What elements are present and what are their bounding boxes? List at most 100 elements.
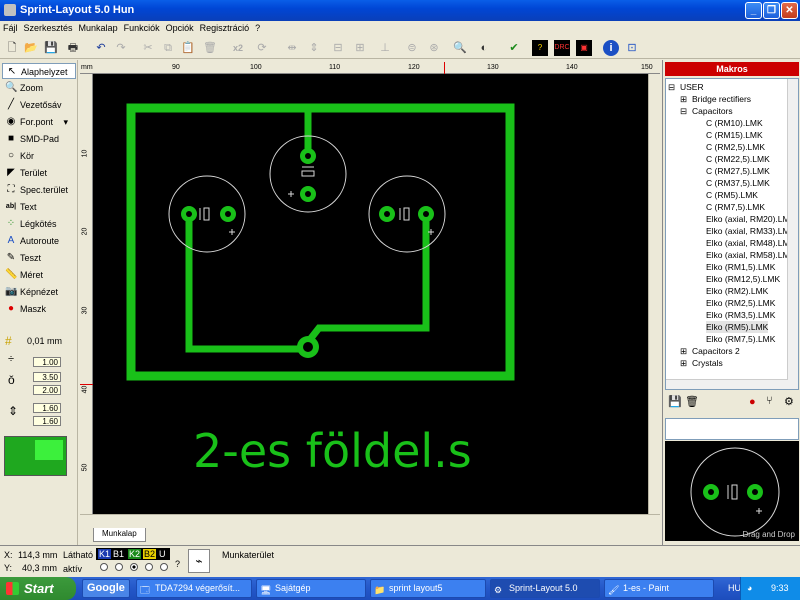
tree-vertical-scrollbar[interactable] xyxy=(787,79,798,389)
canvas-text[interactable]: 2-es földel.s xyxy=(193,424,472,478)
redo-icon[interactable]: ↷ xyxy=(113,40,129,56)
tree-item[interactable]: Elko (axial, RM58).LMK xyxy=(706,249,795,261)
cut-icon[interactable]: ✂ xyxy=(140,40,156,56)
group-icon[interactable]: ⊞ xyxy=(352,40,368,56)
tree-horizontal-scrollbar[interactable] xyxy=(666,379,788,389)
tool-track[interactable]: ╱ Vezetősáv xyxy=(2,97,76,113)
tree-item[interactable]: C (RM15).LMK xyxy=(706,129,763,141)
new-file-icon[interactable]: 🗋 xyxy=(4,40,20,56)
tool-autoroute[interactable]: A Autoroute xyxy=(2,233,76,249)
task-paint[interactable]: 🖌 1-es - Paint xyxy=(604,579,714,598)
record-icon[interactable]: ● xyxy=(749,396,756,408)
undo-icon[interactable]: ↶ xyxy=(93,40,109,56)
zoom-icon[interactable]: 🔍 xyxy=(452,40,468,56)
tree-item[interactable]: C (RM37,5).LMK xyxy=(706,177,770,189)
print-icon[interactable]: 🖶 xyxy=(65,40,81,56)
tree-item[interactable]: C (RM5).LMK xyxy=(706,189,758,201)
start-button[interactable]: Start xyxy=(0,577,76,600)
rotate-icon[interactable]: ⟳ xyxy=(254,40,270,56)
layer-b1[interactable]: B1 xyxy=(113,549,124,559)
tool-circle[interactable]: ○ Kör xyxy=(2,148,76,164)
tree-item[interactable]: C (RM10).LMK xyxy=(706,117,763,129)
tree-item[interactable]: Elko (RM7,5).LMK xyxy=(706,333,775,345)
tool-smd-pad[interactable]: ■ SMD-Pad xyxy=(2,131,76,147)
tree-item[interactable]: Elko (RM1,5).LMK xyxy=(706,261,775,273)
layer-k1[interactable]: K1 xyxy=(98,549,112,559)
tree-item[interactable]: Elko (RM2).LMK xyxy=(706,285,768,297)
macro-preview[interactable]: Drag and Drop xyxy=(665,441,799,541)
layer-color-swatch[interactable] xyxy=(4,436,67,476)
menu-edit[interactable]: Szerkesztés xyxy=(21,21,76,35)
layer-b2[interactable]: B2 xyxy=(143,549,157,559)
macro-tree[interactable]: ⊟ USER ⊞ Bridge rectifiers ⊟ Capacitors … xyxy=(665,78,799,390)
tree-folder[interactable]: Bridge rectifiers xyxy=(692,93,751,105)
tab-munkalap[interactable]: Munkalap xyxy=(93,528,146,542)
radio-k1[interactable] xyxy=(100,563,108,571)
save-icon[interactable]: 💾 xyxy=(43,40,59,56)
right-capacitor-track[interactable] xyxy=(305,214,430,345)
tool-area[interactable]: ◤ Terület xyxy=(2,165,76,181)
google-toolbar[interactable]: Google xyxy=(82,579,130,598)
settings-icon[interactable]: ⚙ xyxy=(784,395,794,408)
tree-item-selected[interactable]: Elko (RM5).LMK xyxy=(706,321,769,333)
clock[interactable]: 9:33 xyxy=(771,577,789,600)
ungroup-icon[interactable]: ⊛ xyxy=(426,40,442,56)
maximize-button[interactable]: ❐ xyxy=(763,2,780,19)
paste-icon[interactable]: 📋 xyxy=(180,40,196,56)
align-icon[interactable]: ⊟ xyxy=(330,40,346,56)
tray-icon[interactable]: ◕ xyxy=(747,577,752,600)
tree-expander-icon[interactable]: ⊟ xyxy=(680,105,687,117)
radio-b1[interactable] xyxy=(115,563,123,571)
filter-icon[interactable]: ⑂ xyxy=(766,395,773,407)
radio-k2[interactable] xyxy=(130,563,138,571)
dropdown-arrow-icon[interactable]: ▾ xyxy=(63,114,68,130)
tree-item[interactable]: C (RM7,5).LMK xyxy=(706,201,765,213)
close-button[interactable]: ✕ xyxy=(781,2,798,19)
tree-item[interactable]: Elko (RM12,5).LMK xyxy=(706,273,780,285)
mirror-h-icon[interactable]: ⇹ xyxy=(284,40,300,56)
pcb-canvas[interactable]: 2-es földel.s xyxy=(93,74,659,514)
tree-folder[interactable]: Crystals xyxy=(692,357,723,369)
tree-expander-icon[interactable]: ⊞ xyxy=(680,345,687,357)
tree-item[interactable]: Elko (axial, RM48).LMK xyxy=(706,237,795,249)
tool-mask[interactable]: ● Maszk xyxy=(2,301,76,317)
menu-sheet[interactable]: Munkalap xyxy=(76,21,121,35)
delete-icon[interactable]: 🗑 xyxy=(202,40,218,56)
export-icon[interactable]: ? xyxy=(532,40,548,56)
smd-height-input[interactable]: 1.60 xyxy=(33,416,61,426)
tool-select[interactable]: ↖ Alaphelyzet xyxy=(2,63,76,79)
tree-expander-icon[interactable]: ⊟ xyxy=(668,81,675,93)
tool-photoview[interactable]: 📷 Képnézet xyxy=(2,284,76,300)
tree-item[interactable]: Elko (RM2,5).LMK xyxy=(706,297,775,309)
tool-airwire[interactable]: ⁘ Légkötés xyxy=(2,216,76,232)
tree-folder[interactable]: Capacitors xyxy=(692,105,733,117)
menu-file[interactable]: Fájl xyxy=(0,21,21,35)
layer-u[interactable]: U xyxy=(159,549,166,559)
menu-help[interactable]: ? xyxy=(252,21,263,35)
tree-folder[interactable]: Capacitors 2 xyxy=(692,345,740,357)
canvas-vertical-scrollbar[interactable] xyxy=(648,74,660,514)
tree-item[interactable]: C (RM22,5).LMK xyxy=(706,153,770,165)
save-macro-icon[interactable]: 💾 xyxy=(668,395,682,408)
tree-item[interactable]: C (RM27,5).LMK xyxy=(706,165,770,177)
pad-outer-input[interactable]: 3.50 xyxy=(33,372,61,382)
contrast-icon[interactable]: ◐ xyxy=(476,40,492,56)
tool-pad[interactable]: ◉ For.pont ▾ xyxy=(2,114,76,130)
layer-help[interactable]: ? xyxy=(175,559,180,569)
layer-icon[interactable]: ⊜ xyxy=(404,40,420,56)
tool-test[interactable]: ✎ Teszt xyxy=(2,250,76,266)
tree-item[interactable]: Elko (axial, RM33).LMK xyxy=(706,225,795,237)
canvas-horizontal-scrollbar[interactable] xyxy=(80,514,660,528)
tool-text[interactable]: ab| Text xyxy=(2,199,76,215)
task-tda7294[interactable]: 🗔 TDA7294 végerősít... xyxy=(136,579,252,598)
menu-functions[interactable]: Funkciók xyxy=(121,21,163,35)
smd-width-input[interactable]: 1.60 xyxy=(33,403,61,413)
tree-item[interactable]: C (RM2,5).LMK xyxy=(706,141,765,153)
tool-measure[interactable]: 📏 Méret xyxy=(2,267,76,283)
tool-zoom[interactable]: 🔍 Zoom xyxy=(2,80,76,96)
copy-icon[interactable]: ⧉ xyxy=(160,40,176,56)
tree-expander-icon[interactable]: ⊞ xyxy=(680,93,687,105)
mirror-v-icon[interactable]: ⇕ xyxy=(306,40,322,56)
minimize-button[interactable]: _ xyxy=(745,2,762,19)
task-sprint-layout[interactable]: ⚙ Sprint-Layout 5.0 xyxy=(490,579,600,598)
